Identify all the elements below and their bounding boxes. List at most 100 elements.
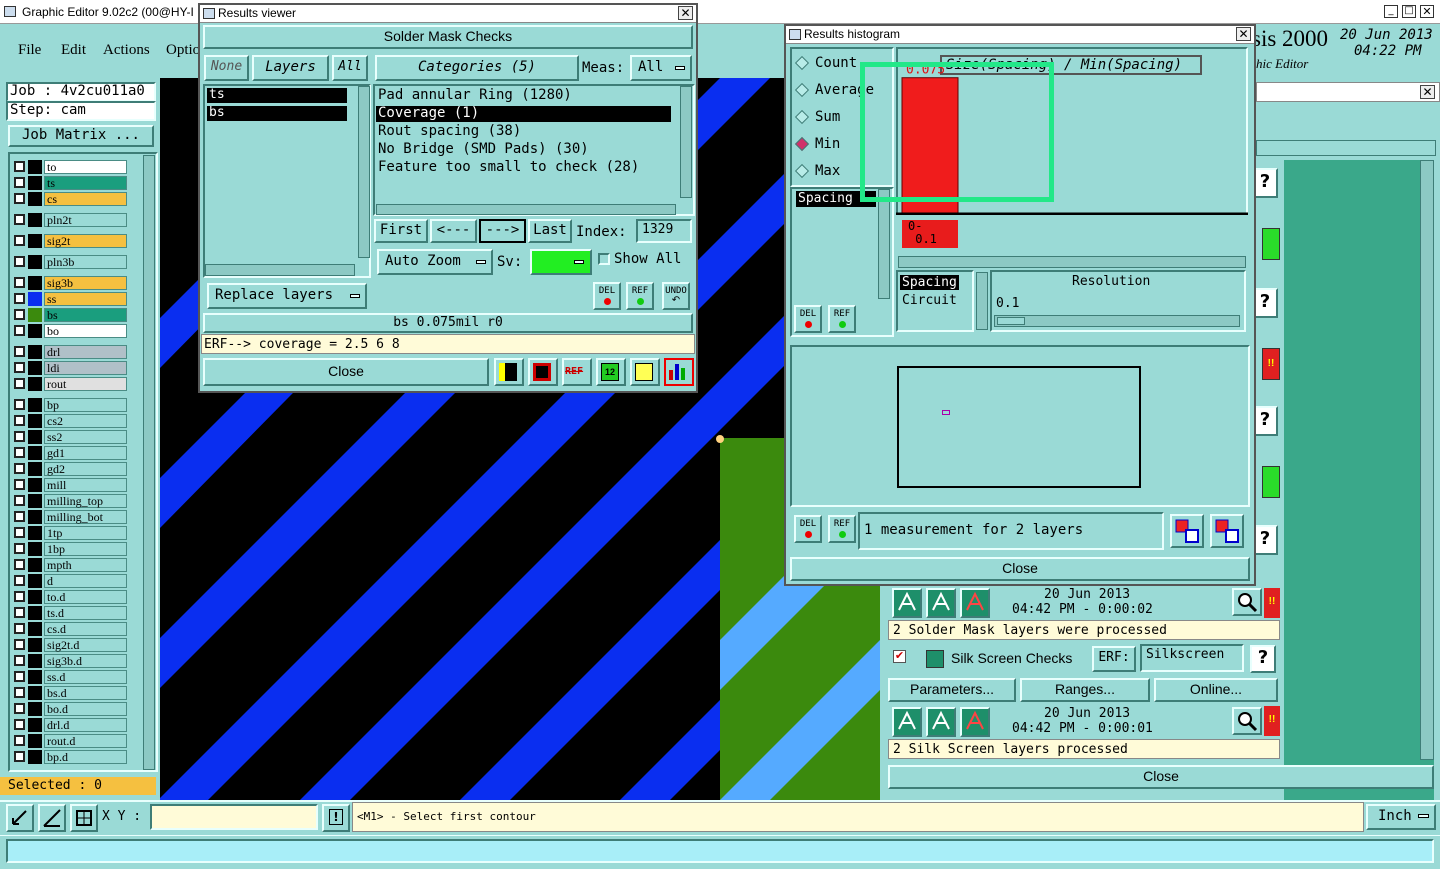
category-item[interactable]: Rout spacing (38) — [376, 124, 671, 140]
zoom-out-icon[interactable] — [1210, 514, 1244, 548]
layer-item[interactable]: sig3b — [44, 276, 127, 290]
layer-checkbox[interactable] — [14, 463, 25, 474]
replace-layers-select[interactable]: Replace layers — [207, 283, 367, 309]
layer-checkbox[interactable] — [14, 277, 25, 288]
ref-clear-icon[interactable]: REF — [562, 358, 592, 386]
layer-item[interactable]: to.d — [44, 590, 127, 604]
layer-checkbox[interactable] — [14, 415, 25, 426]
layer-item[interactable]: sig2t — [44, 234, 127, 248]
layer-item[interactable]: cs — [44, 192, 127, 206]
layer-checkbox[interactable] — [14, 362, 25, 373]
close-icon[interactable]: ✕ — [678, 6, 693, 20]
layer-checkbox[interactable] — [14, 177, 25, 188]
layer-item-bs[interactable]: bs — [207, 106, 347, 121]
layer-checkbox[interactable] — [14, 559, 25, 570]
layer-checkbox[interactable] — [14, 719, 25, 730]
close-icon[interactable]: ✕ — [1236, 27, 1251, 41]
first-button[interactable]: First — [374, 219, 428, 243]
layer-checkbox[interactable] — [14, 543, 25, 554]
layer-item[interactable]: cs.d — [44, 622, 127, 636]
erf-field[interactable]: Silkscreen — [1140, 644, 1244, 672]
layer-item[interactable]: mpth — [44, 558, 127, 572]
hist-del-button[interactable]: DEL — [794, 515, 822, 543]
last-button[interactable]: Last — [528, 219, 572, 243]
unit-select[interactable]: Inch — [1366, 804, 1436, 830]
measure-tool-icon[interactable] — [38, 804, 66, 832]
layer-checkbox[interactable] — [14, 639, 25, 650]
none-button[interactable]: None — [204, 55, 249, 81]
list-icon[interactable] — [630, 358, 660, 386]
layer-checkbox[interactable] — [14, 256, 25, 267]
spacing-list-scroll[interactable] — [878, 189, 890, 299]
layer-checkbox[interactable] — [14, 607, 25, 618]
run-all-icon[interactable] — [926, 588, 956, 618]
zoom-in-icon[interactable] — [1170, 514, 1204, 548]
layer-checkbox[interactable] — [14, 671, 25, 682]
check-close-button[interactable]: Close — [888, 765, 1434, 789]
layer-item[interactable]: bo — [44, 324, 127, 338]
layer-checkbox[interactable] — [14, 751, 25, 762]
parameters-button[interactable]: Parameters... — [888, 678, 1016, 702]
auto-zoom-select[interactable]: Auto Zoom — [377, 249, 493, 275]
circuit-option[interactable]: Circuit — [902, 293, 957, 308]
menu-file[interactable]: File — [18, 42, 41, 59]
category-hscroll[interactable] — [376, 204, 676, 215]
layer-checkbox[interactable] — [14, 687, 25, 698]
next-button[interactable]: ---> — [479, 219, 526, 243]
layer-item[interactable]: ts.d — [44, 606, 127, 620]
ref-button[interactable]: REF — [626, 282, 654, 310]
layer-checkbox[interactable] — [14, 575, 25, 586]
silk-checkbox[interactable]: ✔ — [893, 650, 906, 663]
layers-button[interactable]: Layers — [252, 55, 329, 81]
stop-icon[interactable] — [960, 588, 990, 618]
prev-button[interactable]: <--- — [430, 219, 477, 243]
layer-item[interactable]: ts — [44, 176, 127, 190]
layer-item[interactable]: milling_bot — [44, 510, 127, 524]
help-icon[interactable]: ? — [1250, 645, 1276, 673]
close-window-icon[interactable]: ✕ — [1420, 5, 1434, 18]
layer-checkbox[interactable] — [14, 399, 25, 410]
layer-checkbox[interactable] — [14, 527, 25, 538]
index-input[interactable]: 1329 — [636, 219, 692, 243]
layer-item[interactable]: bo.d — [44, 702, 127, 716]
layer-item[interactable]: d — [44, 574, 127, 588]
layer-checkbox[interactable] — [14, 431, 25, 442]
menu-edit[interactable]: Edit — [61, 42, 86, 59]
sv-select[interactable] — [530, 249, 592, 275]
numbered-icon[interactable]: 12 — [596, 358, 626, 386]
layer-item[interactable]: sig3b.d — [44, 654, 127, 668]
run-icon[interactable] — [892, 588, 922, 618]
layer-checkbox[interactable] — [14, 447, 25, 458]
hist-ref-button[interactable]: REF — [828, 305, 856, 333]
layer-checkbox[interactable] — [14, 161, 25, 172]
layer-checkbox[interactable] — [14, 623, 25, 634]
layer-checkbox[interactable] — [14, 325, 25, 336]
check-scrollbar[interactable] — [1420, 160, 1434, 760]
layer-item-ts[interactable]: ts — [207, 88, 347, 103]
layer-item[interactable]: gd2 — [44, 462, 127, 476]
layer-item[interactable]: bs.d — [44, 686, 127, 700]
exclamation-icon[interactable]: ! — [322, 804, 350, 832]
layer-item[interactable]: 1bp — [44, 542, 127, 556]
run-all-icon[interactable] — [926, 707, 956, 737]
layer-checkbox[interactable] — [14, 235, 25, 246]
highlight-icon[interactable] — [494, 358, 524, 386]
run-icon[interactable] — [892, 707, 922, 737]
job-matrix-button[interactable]: Job Matrix ... — [8, 125, 154, 147]
category-item[interactable]: Coverage (1) — [376, 106, 671, 122]
minimize-icon[interactable]: _ — [1384, 5, 1398, 18]
layer-item[interactable]: milling_top — [44, 494, 127, 508]
layer-checkbox[interactable] — [14, 378, 25, 389]
results-close-button[interactable]: Close — [203, 358, 489, 386]
layer-checkbox[interactable] — [14, 703, 25, 714]
layer-checkbox[interactable] — [14, 479, 25, 490]
layer-checkbox[interactable] — [14, 309, 25, 320]
layer-item[interactable]: bp — [44, 398, 127, 412]
menu-options[interactable]: Optio — [166, 42, 200, 59]
stop-icon[interactable] — [960, 707, 990, 737]
layer-checkbox[interactable] — [14, 214, 25, 225]
category-item[interactable]: No Bridge (SMD Pads) (30) — [376, 142, 671, 158]
layer-item[interactable]: rout — [44, 377, 127, 391]
layer-checkbox[interactable] — [14, 193, 25, 204]
maximize-icon[interactable]: □ — [1402, 5, 1416, 18]
